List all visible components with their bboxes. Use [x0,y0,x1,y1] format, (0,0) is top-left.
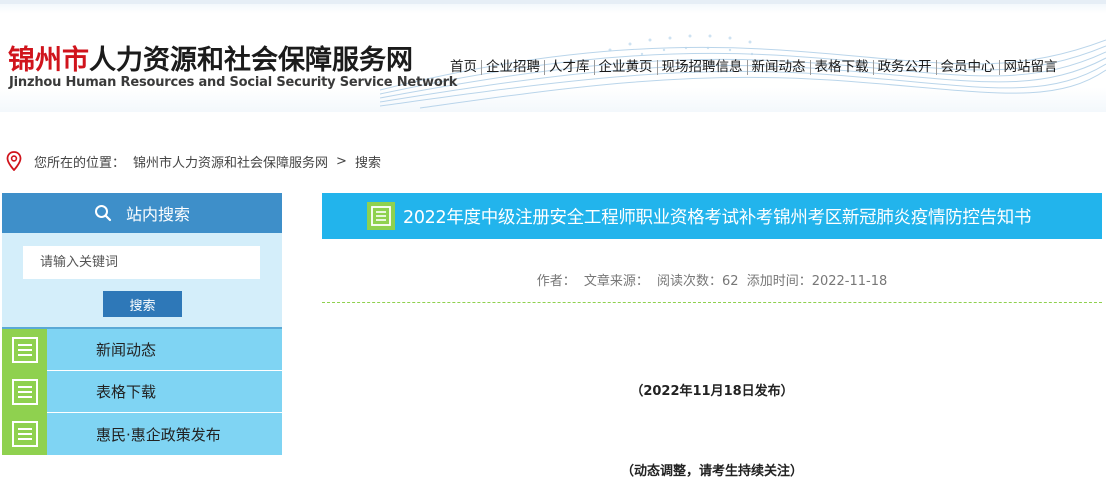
breadcrumb-prefix: 您所在的位置： [34,155,126,171]
nav-item-talent-pool[interactable]: 人才库 [545,58,594,76]
list-icon [2,370,47,413]
nav-item-member-center[interactable]: 会员中心 [937,58,999,76]
nav-item-yellow-pages[interactable]: 企业黄页 [595,58,657,76]
sidebar-item-news[interactable]: 新闻动态 [2,328,282,371]
nav-item-news[interactable]: 新闻动态 [748,58,810,76]
breadcrumb-site-link[interactable]: 锦州市人力资源和社会保障服务网 [133,152,328,171]
search-button[interactable]: 搜索 [103,291,182,317]
list-icon [2,413,47,455]
article-title: 2022年度中级注册安全工程师职业资格考试补考锦州考区新冠肺炎疫情防控告知书 [403,207,1032,228]
meta-author: 作者： [536,274,576,289]
sidebar-item-downloads[interactable]: 表格下载 [2,370,282,413]
search-icon [94,205,112,222]
article-meta: 作者： 文章来源： 阅读次数：62 添加时间：2022-11-18 [322,270,1102,289]
site-search-title: 站内搜索 [125,205,190,224]
search-input[interactable] [23,246,260,279]
site-search-panel: 搜索 [2,233,282,327]
sidebar: 站内搜索 搜索 新闻动态 表格下载 惠民·惠企政策发布 [2,193,282,455]
location-pin-icon [6,151,22,171]
nav-item-home[interactable]: 首页 [446,58,481,76]
logo-english: Jinzhou Human Resources and Social Secur… [9,75,458,90]
meta-divider [322,302,1102,303]
sidebar-item-label: 表格下载 [96,383,157,401]
sidebar-item-label: 新闻动态 [96,341,157,359]
sidebar-item-policy[interactable]: 惠民·惠企政策发布 [2,413,282,455]
nav-item-government[interactable]: 政务公开 [874,58,936,76]
breadcrumb-arrow: > [336,153,347,169]
header-top-line [0,0,1106,4]
breadcrumb-current: 搜索 [354,155,381,171]
nav-item-job-fair[interactable]: 现场招聘信息 [658,58,747,76]
sidebar-item-label: 惠民·惠企政策发布 [96,425,221,444]
meta-source: 文章来源： [583,274,649,289]
article-title-bar: 2022年度中级注册安全工程师职业资格考试补考锦州考区新冠肺炎疫情防控告知书 [322,193,1102,239]
logo-title: 人力资源和社会保障服务网 [89,45,413,76]
article-paragraph: （动态调整，请考生持续关注） [620,464,803,479]
logo-city: 锦州市 [8,45,89,76]
list-icon [367,202,395,230]
nav-item-downloads[interactable]: 表格下载 [811,58,873,76]
main-nav: 首页 企业招聘 人才库 企业黄页 现场招聘信息 新闻动态 表格下载 政务公开 会… [446,58,1062,76]
site-header: 锦州市人力资源和社会保障服务网 Jinzhou Human Resources … [0,0,1106,112]
breadcrumb: 您所在的位置： 锦州市人力资源和社会保障服务网 > 搜索 [6,150,389,172]
list-icon [2,328,47,371]
site-logo[interactable]: 锦州市人力资源和社会保障服务网 [8,38,413,77]
meta-reads: 阅读次数：62 [657,274,739,289]
article-paragraph: （2022年11月18日发布） [630,384,794,399]
site-search-header: 站内搜索 [2,193,282,233]
nav-item-message-board[interactable]: 网站留言 [1000,58,1062,76]
nav-item-recruitment[interactable]: 企业招聘 [482,58,544,76]
meta-added: 添加时间：2022-11-18 [746,274,888,289]
